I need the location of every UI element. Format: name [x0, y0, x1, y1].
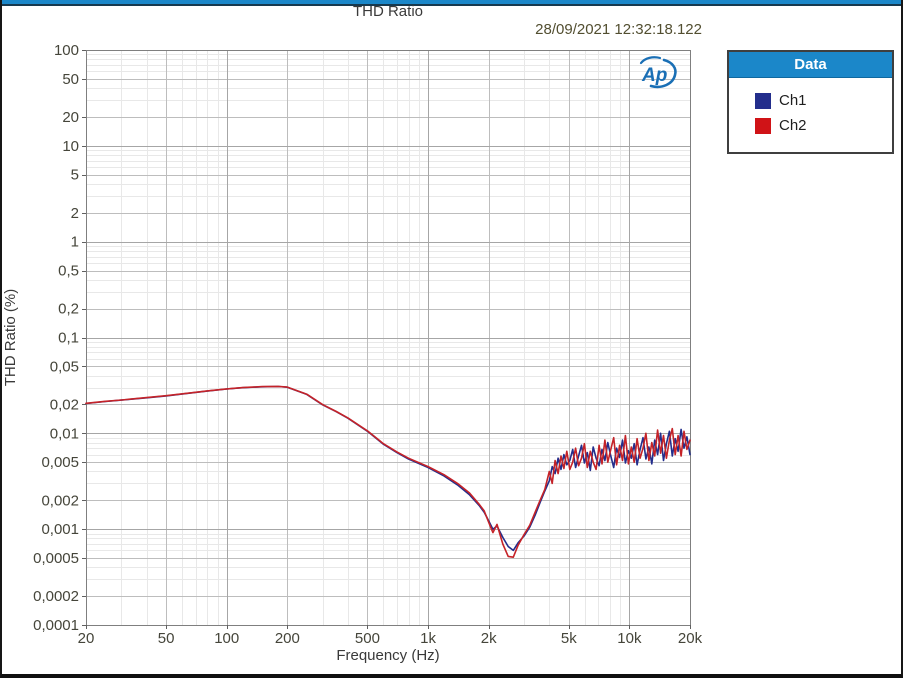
x-tick-label: 200: [275, 630, 300, 647]
y-tick-label: 0,1: [58, 330, 79, 347]
legend-entry-ch2: Ch2: [755, 117, 886, 134]
x-tick-label: 50: [158, 630, 175, 647]
x-tick-label: 20: [78, 630, 95, 647]
ch1-label: Ch1: [779, 92, 807, 109]
y-tick-label: 0,0002: [33, 588, 79, 605]
legend-body: Ch1 Ch2: [729, 78, 892, 152]
x-tick-label: 100: [214, 630, 239, 647]
y-tick-label: 0,0005: [33, 550, 79, 567]
audio-precision-logo-icon: Ap: [633, 55, 681, 93]
y-tick-label: 0,05: [50, 358, 79, 375]
legend-entry-ch1: Ch1: [755, 92, 886, 109]
y-tick-label: 50: [62, 71, 79, 88]
x-tick-label: 5k: [561, 630, 577, 647]
ch1-color-swatch: [755, 93, 771, 109]
y-tick-label: 0,0001: [33, 617, 79, 634]
chart-title: THD Ratio: [86, 3, 690, 20]
ap-logo-text: Ap: [641, 65, 667, 86]
ch2-color-swatch: [755, 118, 771, 134]
data-legend-panel: Data Ch1 Ch2: [727, 50, 894, 154]
x-tick-label: 20k: [678, 630, 703, 647]
plot-area[interactable]: [86, 50, 690, 625]
ch2-label: Ch2: [779, 117, 807, 134]
legend-header: Data: [729, 52, 892, 78]
y-tick-label: 0,02: [50, 396, 79, 413]
y-axis-title: THD Ratio (%): [2, 289, 19, 387]
x-tick-label: 2k: [481, 630, 497, 647]
y-tick-label: 10: [62, 138, 79, 155]
x-tick-label: 500: [355, 630, 380, 647]
y-tick-label: 2: [71, 205, 79, 222]
y-tick-label: 0,5: [58, 263, 79, 280]
x-axis-title: Frequency (Hz): [336, 647, 439, 664]
y-tick-label: 1: [71, 234, 79, 251]
y-tick-label: 0,2: [58, 301, 79, 318]
y-tick-label: 20: [62, 109, 79, 126]
y-tick-label: 100: [54, 42, 79, 59]
y-tick-label: 0,002: [41, 492, 79, 509]
y-tick-label: 5: [71, 167, 79, 184]
y-tick-label: 0,005: [41, 454, 79, 471]
y-tick-label: 0,001: [41, 521, 79, 538]
x-tick-label: 1k: [420, 630, 436, 647]
x-tick-label: 10k: [617, 630, 642, 647]
y-tick-label: 0,01: [50, 425, 79, 442]
measurement-timestamp: 28/09/2021 12:32:18.122: [390, 21, 702, 38]
